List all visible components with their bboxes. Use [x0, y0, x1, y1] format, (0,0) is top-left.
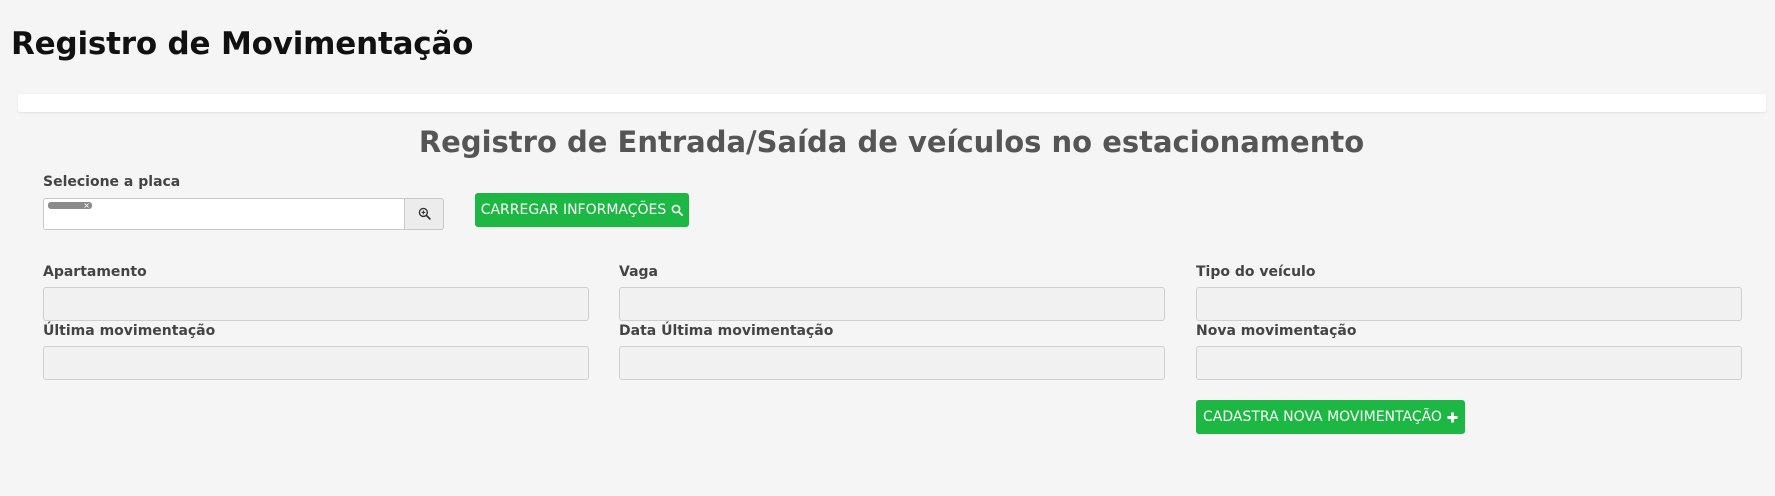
- search-icon: [671, 204, 684, 216]
- data-ultima-movimentacao-label: Data Última movimentação: [619, 323, 834, 339]
- nova-movimentacao-label: Nova movimentação: [1196, 323, 1357, 339]
- vaga-field[interactable]: [619, 287, 1165, 321]
- vaga-label: Vaga: [619, 264, 658, 280]
- load-info-button[interactable]: CARREGAR INFORMAÇÕES: [475, 193, 689, 227]
- tipo-veiculo-label: Tipo do veículo: [1196, 264, 1316, 280]
- plate-select[interactable]: ×: [43, 198, 405, 230]
- tipo-veiculo-field[interactable]: [1196, 287, 1742, 321]
- plate-search-button[interactable]: [405, 198, 444, 230]
- load-info-button-label: CARREGAR INFORMAÇÕES: [480, 202, 667, 218]
- apartamento-label: Apartamento: [43, 264, 147, 280]
- register-movement-button[interactable]: CADASTRA NOVA MOVIMENTAÇÃO: [1196, 400, 1465, 434]
- ultima-movimentacao-field[interactable]: [43, 346, 589, 380]
- zoom-in-icon: [418, 205, 431, 224]
- ultima-movimentacao-label: Última movimentação: [43, 323, 216, 339]
- apartamento-field[interactable]: [43, 287, 589, 321]
- selected-plate-chip[interactable]: ×: [48, 202, 92, 209]
- register-movement-button-label: CADASTRA NOVA MOVIMENTAÇÃO: [1203, 409, 1442, 425]
- page-title: Registro de Movimentação: [11, 26, 474, 62]
- data-ultima-movimentacao-field[interactable]: [619, 346, 1165, 380]
- plate-select-label: Selecione a placa: [43, 174, 181, 190]
- nova-movimentacao-field[interactable]: [1196, 346, 1742, 380]
- top-card-divider: [18, 94, 1766, 112]
- section-title: Registro de Entrada/Saída de veículos no…: [418, 125, 1365, 159]
- plus-icon: [1447, 412, 1458, 423]
- chip-remove-icon[interactable]: ×: [83, 202, 90, 209]
